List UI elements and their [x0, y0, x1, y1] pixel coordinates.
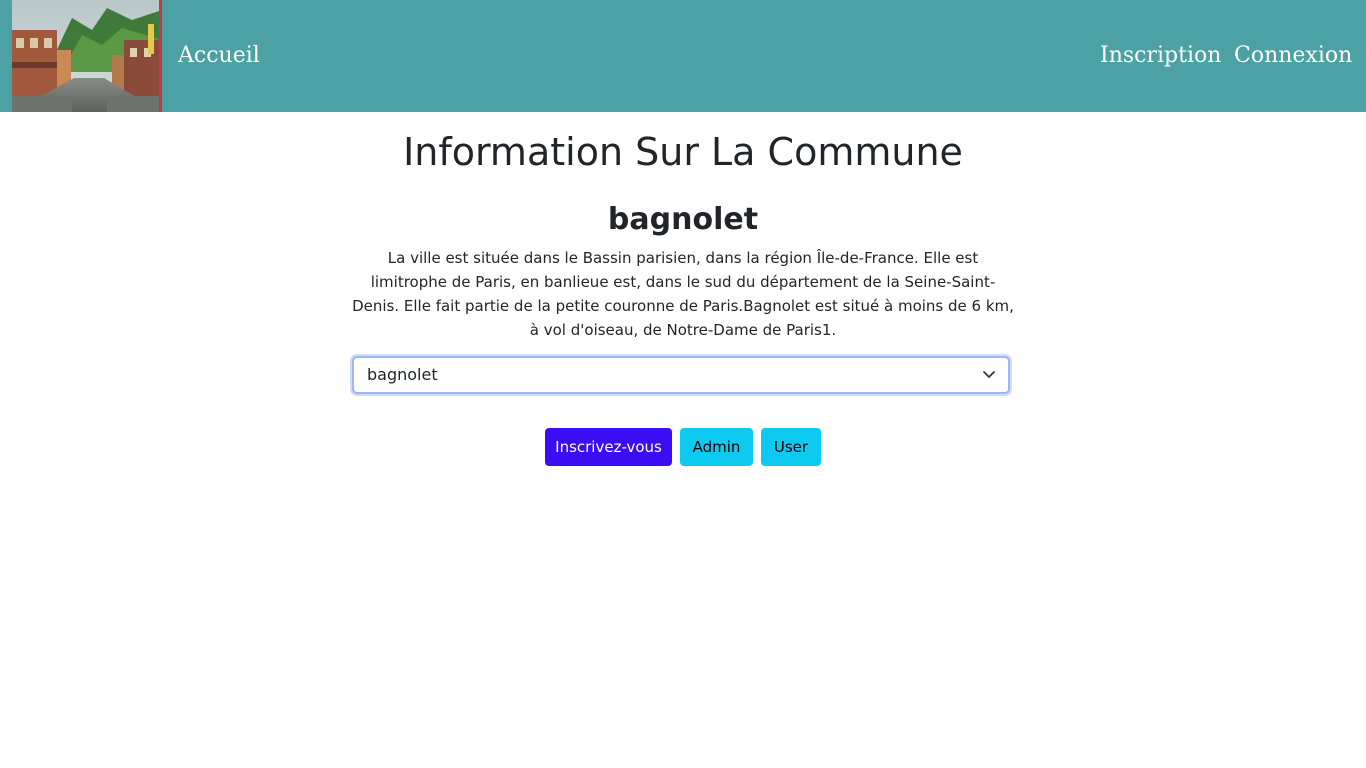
commune-select[interactable]: bagnolet [352, 356, 1010, 394]
logo-image[interactable] [12, 0, 162, 112]
navbar: Accueil Inscription Connexion [0, 0, 1366, 112]
commune-select-value: bagnolet [367, 365, 438, 384]
register-button[interactable]: Inscrivez-vous [545, 428, 672, 466]
nav-login-link[interactable]: Connexion [1234, 40, 1352, 72]
chevron-down-icon [983, 371, 995, 378]
page-title: Information Sur La Commune [403, 130, 963, 174]
commune-description: La ville est située dans le Bassin paris… [352, 249, 1014, 339]
commune-name-heading: bagnolet [607, 202, 759, 237]
town-street-picture [12, 0, 162, 112]
nav-signup-link[interactable]: Inscription [1100, 40, 1221, 72]
nav-home-link[interactable]: Accueil [178, 40, 260, 72]
user-button[interactable]: User [761, 428, 821, 466]
admin-button[interactable]: Admin [680, 428, 753, 466]
